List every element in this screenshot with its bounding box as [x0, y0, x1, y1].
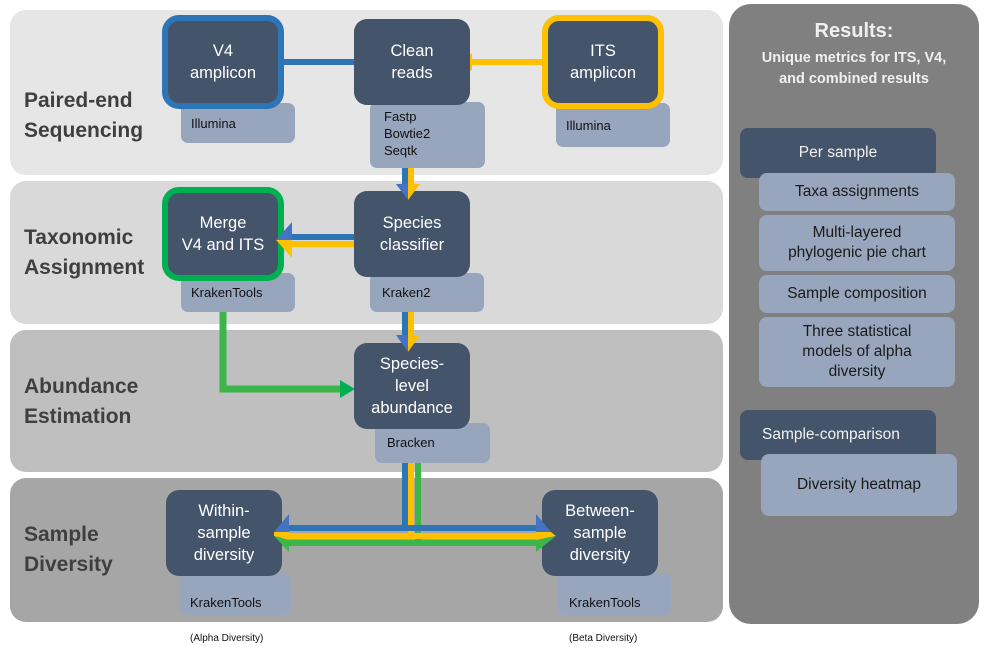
- flow-arrows: [210, 53, 545, 546]
- arrowhead-merge-to-abundance: [340, 380, 355, 398]
- node-v4-amplicon-label: V4 amplicon: [189, 42, 257, 82]
- tool-beta-name: KrakenTools: [569, 595, 641, 610]
- node-its-amplicon: ITS amplicon: [542, 15, 664, 109]
- node-species-classifier: Species classifier: [354, 191, 470, 277]
- tool-its-illumina: Illumina: [556, 103, 670, 147]
- tool-beta-note: (Beta Diversity): [569, 633, 638, 644]
- node-species-abundance-label: Species- level abundance: [371, 355, 453, 417]
- tool-alpha-note: (Alpha Diversity): [190, 633, 264, 644]
- tool-alpha-diversity: KrakenTools (Alpha Diversity): [180, 573, 291, 644]
- node-clean-reads-label: Clean reads: [390, 42, 434, 82]
- node-clean-reads: Clean reads: [354, 19, 470, 105]
- node-species-abundance: Species- level abundance: [354, 343, 470, 429]
- node-within-sample-label: Within- sample diversity: [193, 502, 255, 564]
- node-its-amplicon-label: ITS amplicon: [569, 42, 637, 82]
- tool-kraken2: Kraken2: [370, 273, 484, 312]
- node-between-sample-label: Between- sample diversity: [565, 502, 635, 564]
- node-merge: Merge V4 and ITS: [162, 187, 284, 281]
- tool-beta-diversity: KrakenTools (Beta Diversity): [557, 573, 671, 644]
- tool-bracken: Bracken: [375, 423, 490, 463]
- tool-clean-reads: Fastp Bowtie2 Seqtk: [370, 102, 485, 168]
- tool-alpha-name: KrakenTools: [190, 595, 262, 610]
- node-merge-label: Merge V4 and ITS: [181, 214, 265, 254]
- node-between-sample: Between- sample diversity: [542, 490, 658, 576]
- node-species-classifier-label: Species classifier: [379, 214, 445, 254]
- tool-v4-illumina: Illumina: [181, 103, 295, 143]
- arrow-merge-to-abundance: [219, 312, 340, 393]
- node-v4-amplicon: V4 amplicon: [162, 15, 284, 109]
- node-within-sample: Within- sample diversity: [166, 490, 282, 576]
